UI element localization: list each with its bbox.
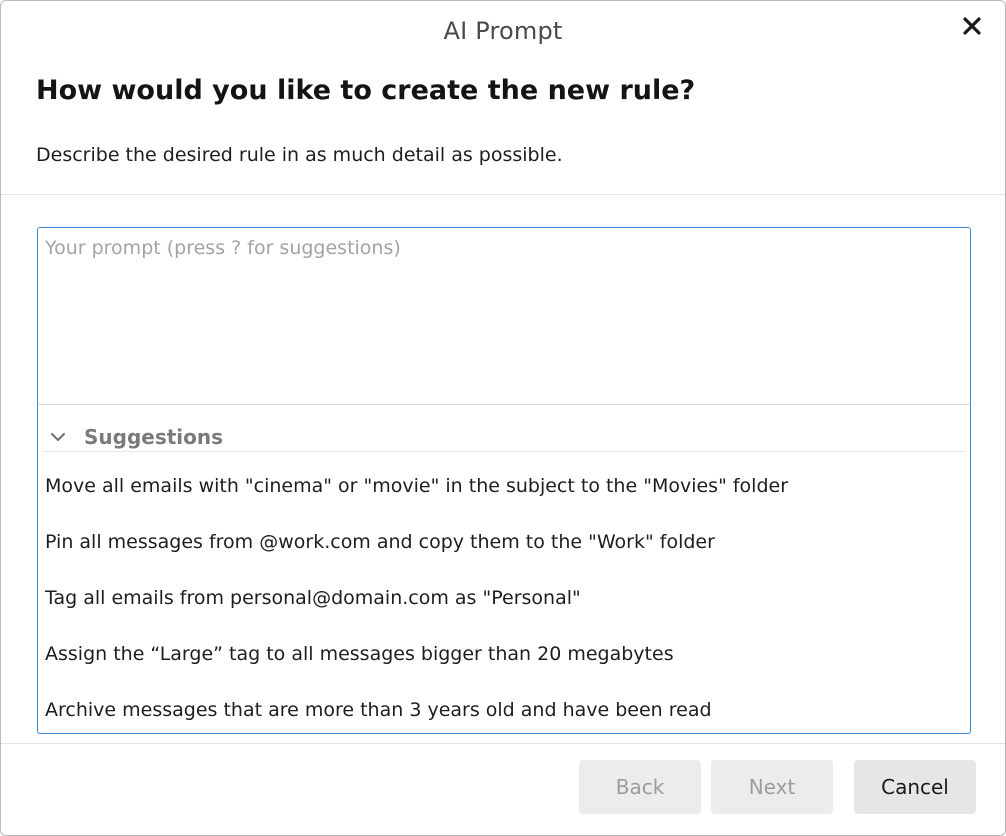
dialog-title: AI Prompt xyxy=(443,17,563,45)
back-button[interactable]: Back xyxy=(579,760,701,814)
suggestion-item[interactable]: Assign the “Large” tag to all messages b… xyxy=(38,626,970,682)
suggestion-item[interactable]: Move all emails with "cinema" or "movie"… xyxy=(38,458,970,514)
prompt-box: Suggestions Move all emails with "cinema… xyxy=(37,227,971,734)
suggestion-item[interactable]: Archive messages that are more than 3 ye… xyxy=(38,682,970,733)
suggestions-toggle[interactable]: Suggestions xyxy=(48,420,223,454)
suggestions-divider xyxy=(44,451,964,452)
header-divider xyxy=(1,194,1005,195)
cancel-button[interactable]: Cancel xyxy=(854,760,976,814)
footer-divider xyxy=(1,743,1005,744)
page-heading: How would you like to create the new rul… xyxy=(36,75,696,106)
suggestion-item[interactable]: Pin all messages from @work.com and copy… xyxy=(38,514,970,570)
prompt-divider xyxy=(38,404,970,405)
close-button[interactable] xyxy=(959,13,985,39)
prompt-input[interactable] xyxy=(38,228,970,404)
suggestions-title: Suggestions xyxy=(84,425,224,449)
suggestion-item[interactable]: Tag all emails from personal@domain.com … xyxy=(38,570,970,626)
dialog-titlebar: AI Prompt xyxy=(1,1,1005,65)
suggestions-list: Move all emails with "cinema" or "movie"… xyxy=(38,458,970,733)
chevron-down-icon xyxy=(48,427,68,447)
page-description: Describe the desired rule in as much det… xyxy=(36,144,563,166)
close-icon xyxy=(963,17,981,35)
ai-prompt-dialog: AI Prompt How would you like to create t… xyxy=(0,0,1006,836)
next-button[interactable]: Next xyxy=(711,760,833,814)
